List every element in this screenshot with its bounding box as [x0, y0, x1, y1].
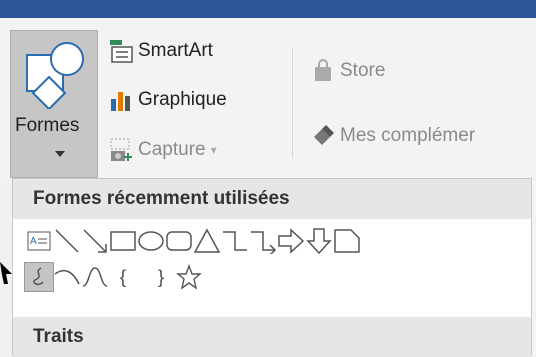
right-brace-label: } [157, 266, 164, 287]
group-separator [292, 48, 293, 158]
shapes-gallery-dropdown: Formes récemment utilisées A {} Traits [12, 178, 532, 357]
elbow-connector-icon[interactable] [221, 227, 249, 255]
right-arrow-icon[interactable] [277, 227, 305, 255]
left-brace-label: { [119, 266, 126, 287]
triangle-icon[interactable] [193, 227, 221, 255]
chevron-down-icon [55, 151, 65, 157]
smartart-label: SmartArt [138, 40, 213, 61]
shapes-label: Formes [15, 115, 80, 136]
chart-button[interactable]: Graphique [108, 85, 227, 115]
rounded-rectangle-icon[interactable] [165, 227, 193, 255]
ribbon-illustrations-group: Formes SmartArt Graphique Capture ▾ Stor… [0, 18, 536, 178]
text-box-icon[interactable]: A [25, 227, 53, 255]
store-button[interactable]: Store [310, 56, 385, 86]
left-brace-icon[interactable]: { [109, 263, 137, 291]
star-icon[interactable] [175, 263, 203, 291]
smartart-icon [108, 38, 134, 64]
oval-icon[interactable] [137, 227, 165, 255]
elbow-arrow-connector-icon[interactable] [249, 227, 277, 255]
my-addins-label: Mes complémer [340, 125, 476, 146]
freeform-scribble-icon[interactable] [24, 262, 54, 292]
recent-shapes-title: Formes récemment utilisées [33, 188, 290, 209]
lines-title: Traits [33, 326, 84, 347]
down-arrow-icon[interactable] [305, 227, 333, 255]
camera-icon [108, 137, 134, 163]
addins-icon [310, 123, 336, 149]
arrow-line-icon[interactable] [81, 227, 109, 255]
svg-text:A: A [30, 236, 37, 247]
shapes-icon [26, 42, 84, 109]
curve-icon[interactable] [81, 263, 109, 291]
screenshot-button[interactable]: Capture ▾ [108, 135, 217, 165]
arc-icon[interactable] [53, 263, 81, 291]
recent-shapes-header: Formes récemment utilisées [13, 179, 531, 219]
right-brace-icon[interactable]: } [147, 263, 175, 291]
screenshot-label: Capture [138, 139, 206, 160]
chart-icon [108, 87, 134, 113]
snip-corner-icon[interactable] [333, 227, 361, 255]
recent-shapes-row-2: { } [24, 262, 203, 292]
store-bag-icon [310, 58, 336, 84]
title-bar [0, 0, 536, 18]
line-icon[interactable] [53, 227, 81, 255]
my-addins-button[interactable]: Mes complémer [310, 121, 475, 151]
shapes-button[interactable]: Formes [10, 30, 98, 178]
smartart-button[interactable]: SmartArt [108, 36, 213, 66]
recent-shapes-row-1: A [25, 227, 361, 255]
chart-label: Graphique [138, 89, 227, 110]
chevron-down-icon: ▾ [210, 143, 217, 157]
lines-header: Traits [13, 317, 531, 357]
mouse-pointer-icon [0, 262, 12, 284]
store-label: Store [340, 60, 386, 81]
rectangle-icon[interactable] [109, 227, 137, 255]
